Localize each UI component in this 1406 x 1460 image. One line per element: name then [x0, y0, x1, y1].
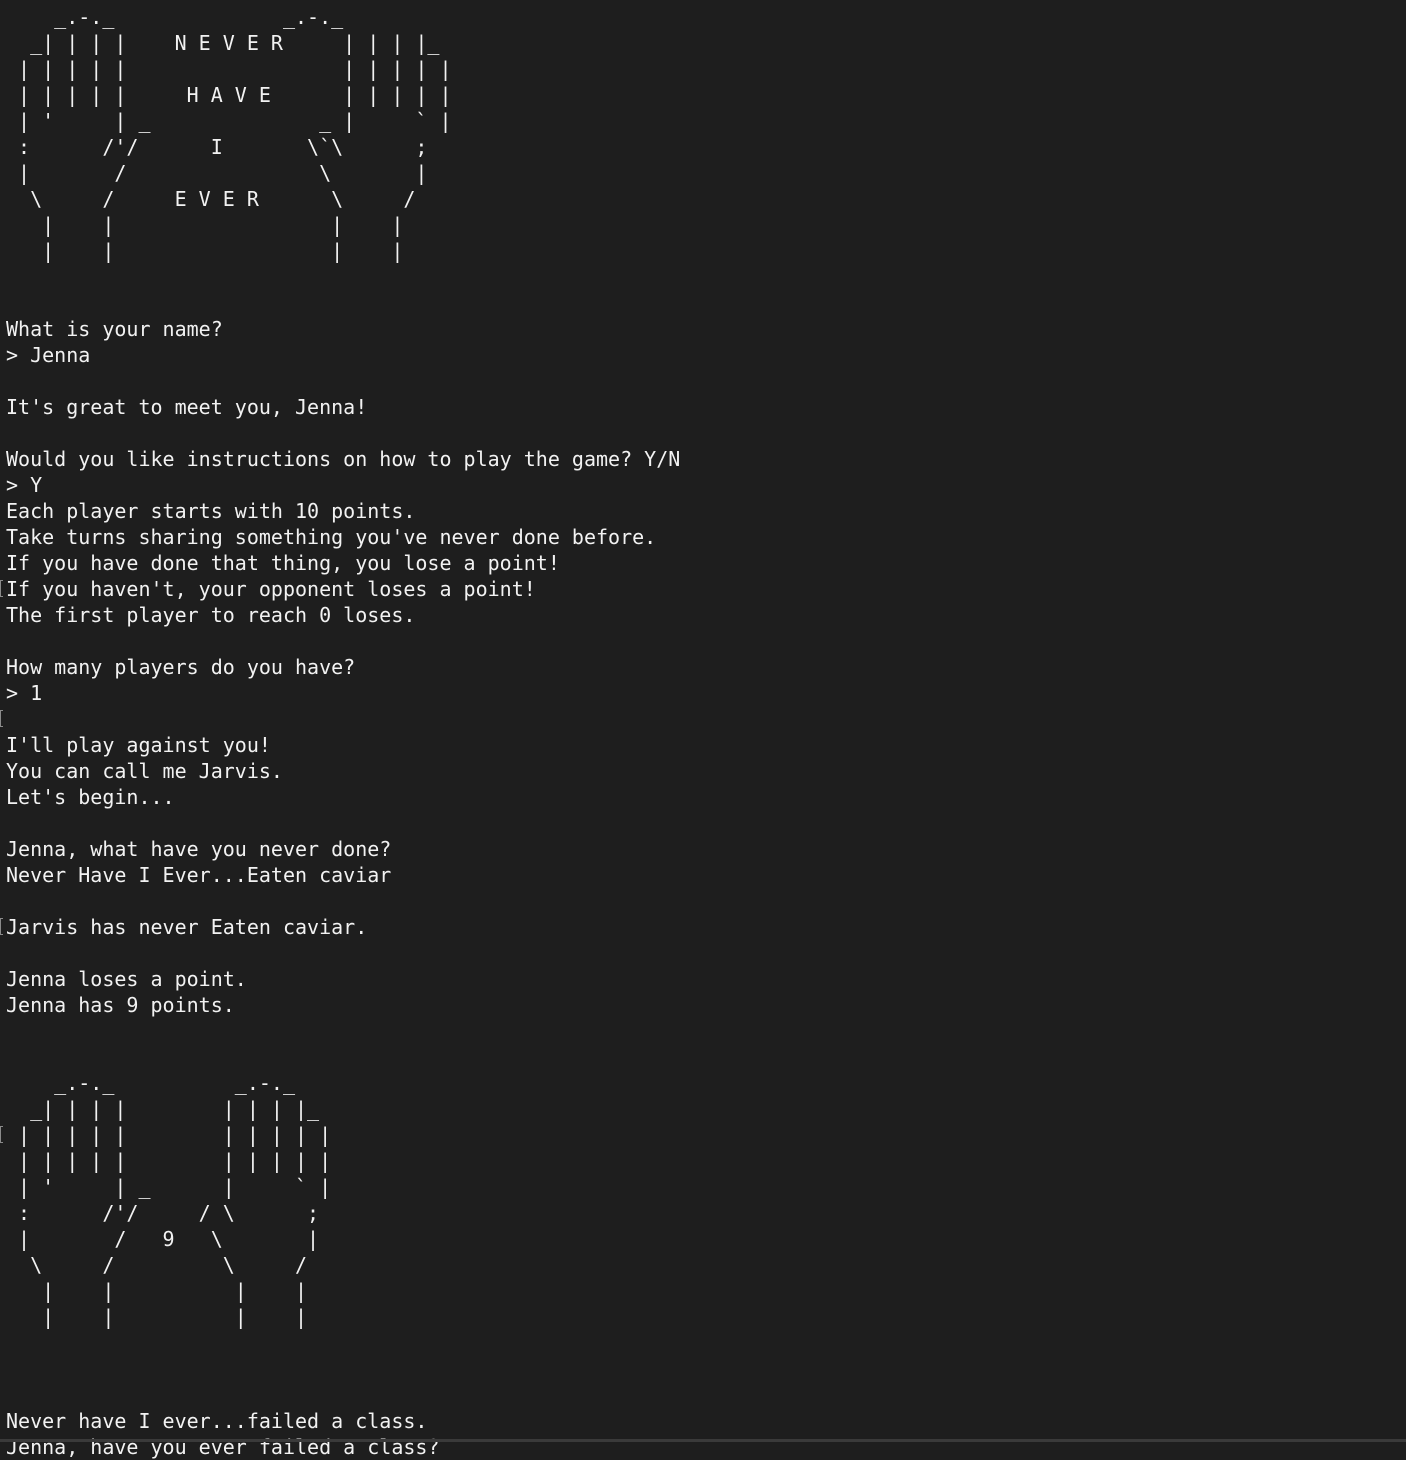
hands-art-line: _.-._ _.-._: [6, 1071, 295, 1095]
output-line-text: Jarvis has never Eaten caviar.: [6, 915, 368, 939]
output-text: You can call me Jarvis.: [6, 759, 283, 783]
prompt-text: What is your name?: [6, 317, 223, 341]
hands-art-line: | ' | _ | ` |: [6, 1175, 332, 1199]
banner-line: | | | |: [6, 239, 404, 263]
banner-line: _| | | | N E V E R | | | |_: [6, 31, 440, 55]
user-input-line: > 1: [6, 681, 43, 705]
prompt-text: Would you like instructions on how to pl…: [6, 447, 681, 471]
user-input-line: > Jenna: [6, 343, 91, 367]
output-text: It's great to meet you, Jenna!: [6, 395, 368, 419]
banner-line: : /'/ I \`\ ;: [6, 135, 428, 159]
hands-art-line: | | | |: [6, 1279, 308, 1303]
output-text: Let's begin...: [6, 785, 175, 809]
banner-line: _.-._ _.-._: [6, 5, 344, 29]
banner-line: | | | |: [6, 213, 404, 237]
blank-line: [0, 706, 1406, 732]
output-text: Jenna loses a point.: [6, 967, 247, 991]
hands-art-line: | | | | | | | | | |: [0, 1122, 1406, 1148]
prompt-text: How many players do you have?: [6, 655, 356, 679]
instruction-line: Each player starts with 10 points.: [6, 499, 416, 523]
hands-art-line: | / 9 \ |: [6, 1227, 320, 1251]
instruction-line: The first player to reach 0 loses.: [6, 603, 416, 627]
output-text: Never have I ever...failed a class.: [6, 1409, 428, 1433]
output-text: Jarvis has never Eaten caviar.: [0, 914, 1406, 940]
output-text: I'll play against you!: [6, 733, 271, 757]
instruction-line: If you have done that thing, you lose a …: [6, 551, 560, 575]
hands-art-line: | | | | | | | | | |: [6, 1149, 332, 1173]
mark-bracket-icon: [0, 710, 3, 727]
terminal-window[interactable]: _.-._ _.-._ _| | | | N E V E R | | | |_ …: [0, 0, 1406, 1459]
banner-line: | | | | | H A V E | | | | |: [6, 83, 452, 107]
mark-bracket-icon: [0, 918, 3, 935]
hands-art-line: : /'/ / \ ;: [6, 1201, 320, 1225]
instruction-text: If you haven't, your opponent loses a po…: [6, 577, 536, 601]
mark-bracket-icon: [0, 1126, 3, 1143]
banner-line: \ / E V E R \ /: [6, 187, 416, 211]
user-input-line: Never Have I Ever...Eaten caviar: [6, 863, 392, 887]
mark-bracket-icon: [0, 580, 3, 597]
instruction-line: Take turns sharing something you've neve…: [6, 525, 657, 549]
hands-art-line: _| | | | | | | |_: [6, 1097, 320, 1121]
banner-line: | / \ |: [6, 161, 428, 185]
score-text: Jenna has 9 points.: [6, 993, 235, 1017]
prompt-text: Jenna, what have you never done?: [6, 837, 392, 861]
prompt-text: Jenna, have you ever failed a class?: [6, 1435, 440, 1459]
banner-line: | ' | _ _ | ` |: [6, 109, 452, 133]
banner-line: | | | | | | | | | |: [6, 57, 452, 81]
instruction-line: If you haven't, your opponent loses a po…: [0, 576, 1406, 602]
hands-art-line: | | | |: [6, 1305, 308, 1329]
user-input-line: > Y: [6, 473, 43, 497]
hands-art-line: \ / \ /: [6, 1253, 308, 1277]
